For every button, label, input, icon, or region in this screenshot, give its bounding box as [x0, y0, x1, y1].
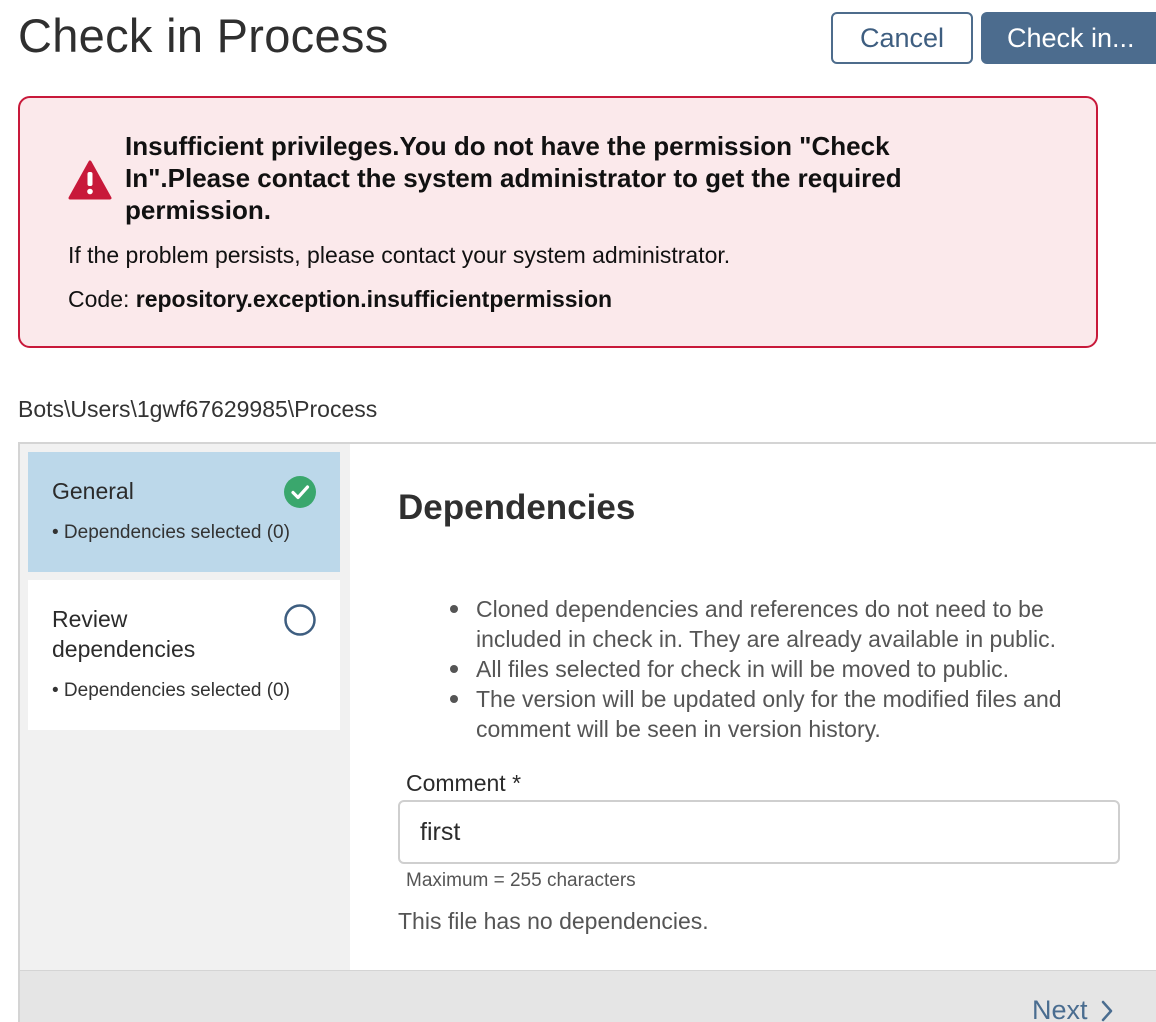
error-title: Insufficient privileges.You do not have …: [125, 131, 902, 225]
next-button[interactable]: Next: [1032, 995, 1114, 1022]
page-title: Check in Process: [18, 9, 389, 62]
empty-circle-icon: [284, 604, 316, 636]
step-general[interactable]: General • Dependencies selected (0): [28, 452, 340, 572]
comment-input[interactable]: [398, 800, 1120, 864]
warning-triangle-icon: [68, 160, 112, 200]
error-code-label: Code:: [68, 286, 136, 312]
step-review-dependencies[interactable]: Review dependencies • Dependencies selec…: [28, 580, 340, 730]
info-item: Cloned dependencies and references do no…: [448, 594, 1128, 654]
comment-label: Comment *: [406, 770, 522, 796]
info-item: The version will be updated only for the…: [448, 684, 1128, 744]
check-in-button[interactable]: Check in...: [981, 12, 1156, 64]
info-item: All files selected for check in will be …: [448, 654, 1128, 684]
check-circle-icon: [284, 476, 316, 508]
chevron-right-icon: [1101, 1000, 1112, 1021]
wizard-panel: General • Dependencies selected (0) Revi…: [18, 442, 1156, 1022]
error-banner: Insufficient privileges.You do not have …: [18, 96, 1098, 348]
wizard-steps: General • Dependencies selected (0) Revi…: [20, 444, 350, 970]
wizard-footer: Next: [20, 970, 1156, 1022]
error-code: Code: repository.exception.insufficientp…: [68, 286, 612, 313]
next-label: Next: [1032, 995, 1088, 1022]
step-title: General: [52, 478, 134, 504]
check-in-page: Check in Process Cancel Check in... Insu…: [0, 0, 1156, 1022]
step-title: Review dependencies: [52, 606, 196, 662]
error-persist-text: If the problem persists, please contact …: [68, 242, 731, 268]
step-meta: • Dependencies selected (0): [52, 680, 290, 701]
content-heading: Dependencies: [398, 488, 636, 527]
comment-hint: Maximum = 255 characters: [406, 870, 636, 891]
cancel-button[interactable]: Cancel: [831, 12, 973, 64]
no-dependencies-text: This file has no dependencies.: [398, 908, 709, 934]
breadcrumb: Bots\Users\1gwf67629985\Process: [18, 396, 378, 422]
error-code-value: repository.exception.insufficientpermiss…: [135, 286, 613, 312]
step-meta: • Dependencies selected (0): [52, 522, 290, 543]
info-list: Cloned dependencies and references do no…: [448, 594, 1128, 744]
step-content: Dependencies Cloned dependencies and ref…: [398, 444, 1156, 970]
